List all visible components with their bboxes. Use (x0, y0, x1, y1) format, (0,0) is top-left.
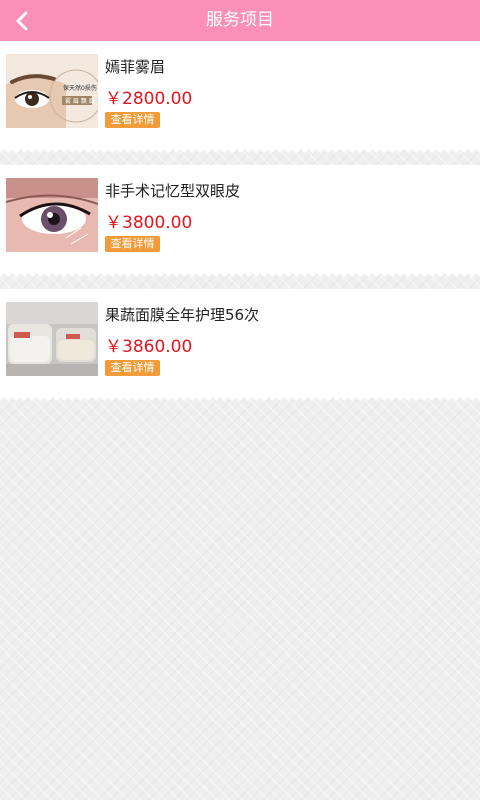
service-list: 保天然0损伤 雾 眉 飘 眉 嫣菲雾眉 ￥2800.00 查看详情 非手术记忆型… (0, 41, 480, 413)
page-title: 服务项目 (206, 10, 274, 30)
eyebrow-thumbnail: 保天然0损伤 雾 眉 飘 眉 (6, 54, 98, 128)
double-eyelid-thumbnail (6, 178, 98, 252)
service-item-eyebrow[interactable]: 保天然0损伤 雾 眉 飘 眉 嫣菲雾眉 ￥2800.00 查看详情 (0, 41, 480, 149)
service-name: 嫣菲雾眉 (105, 58, 166, 76)
view-details-button[interactable]: 查看详情 (105, 360, 160, 376)
service-price: ￥2800.00 (105, 89, 193, 109)
service-item-facial-mask[interactable]: 果蔬面膜全年护理56次 ￥3860.00 查看详情 (0, 289, 480, 397)
service-item-double-eyelid[interactable]: 非手术记忆型双眼皮 ￥3800.00 查看详情 (0, 165, 480, 273)
service-name: 非手术记忆型双眼皮 (105, 182, 241, 200)
card-divider (0, 273, 480, 289)
thumb-caption: 雾 眉 飘 眉 (65, 98, 95, 105)
view-details-button[interactable]: 查看详情 (105, 236, 160, 252)
thumb-caption: 保天然0损伤 (63, 85, 97, 92)
card-divider (0, 397, 480, 413)
facial-mask-thumbnail (6, 302, 98, 376)
app-header: 服务项目 (0, 0, 480, 41)
service-price: ￥3860.00 (105, 337, 193, 357)
card-divider (0, 149, 480, 165)
service-price: ￥3800.00 (105, 213, 193, 233)
service-name: 果蔬面膜全年护理56次 (105, 306, 260, 324)
view-details-button[interactable]: 查看详情 (105, 112, 160, 128)
